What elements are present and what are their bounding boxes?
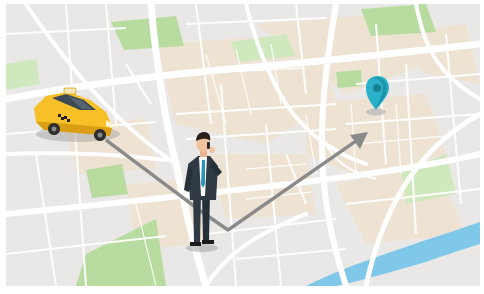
city-map — [6, 4, 480, 286]
illustration-scene — [0, 0, 484, 294]
city-map-svg — [6, 4, 480, 286]
